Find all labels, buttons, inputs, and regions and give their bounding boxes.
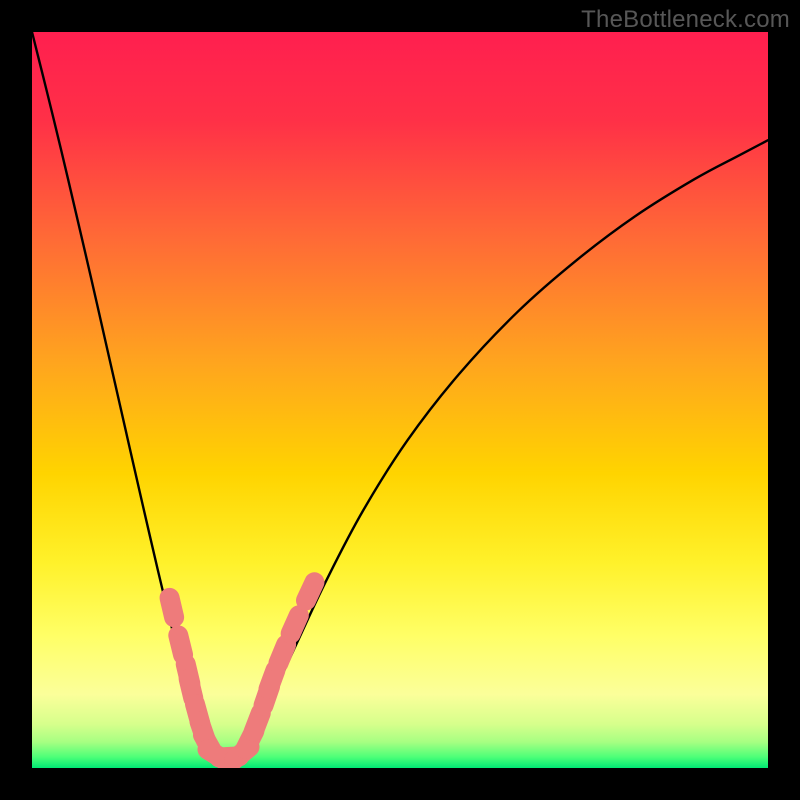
salmon-markers [158, 569, 328, 768]
marker-capsule [158, 586, 187, 630]
plot-area [32, 32, 768, 768]
curve-layer [32, 32, 768, 768]
right-curve [241, 140, 768, 756]
chart-frame: TheBottleneck.com [0, 0, 800, 800]
watermark-text: TheBottleneck.com [581, 6, 790, 34]
